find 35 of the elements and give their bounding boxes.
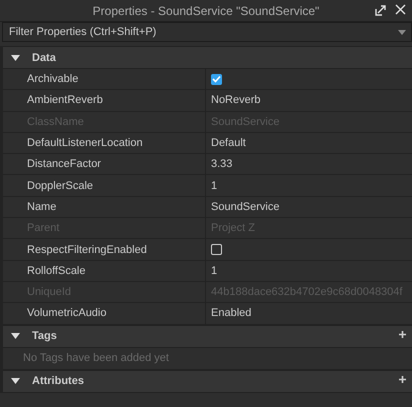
section-title: Data [32,52,56,64]
checkbox[interactable] [211,74,222,85]
empty-message: No Tags have been added yet [23,352,169,364]
property-value[interactable]: 1 [211,264,218,277]
expand-icon[interactable] [11,54,20,60]
property-value[interactable]: 3.33 [211,158,232,170]
window-title: Properties - SoundService "SoundService" [92,4,320,18]
section-header[interactable]: Tags [3,324,412,348]
property-name: Name [27,200,56,213]
expand-icon[interactable] [11,378,20,384]
property-name: DistanceFactor [27,158,101,170]
close-icon[interactable] [395,4,406,15]
undock-icon[interactable] [375,4,387,16]
property-name: VolumetricAudio [27,307,106,320]
property-value[interactable]: Default [211,137,246,150]
property-name: DopplerScale [27,180,94,192]
property-value[interactable]: 1 [211,180,218,192]
section-title: Attributes [32,375,84,388]
property-value[interactable]: Enabled [211,307,252,320]
caret-icon[interactable] [398,30,406,35]
section-header[interactable]: Attributes [3,370,412,393]
filter-field[interactable]: Filter Properties (Ctrl+Shift+P) [2,22,412,42]
expand-icon[interactable] [11,333,20,340]
section-title: Tags [32,330,57,342]
add-icon[interactable] [399,376,406,383]
property-name: AmbientReverb [27,94,103,106]
add-icon[interactable] [399,330,406,338]
property-name: DefaultListenerLocation [27,137,143,150]
property-value[interactable]: NoReverb [211,94,261,106]
property-name: RespectFilteringEnabled [27,244,147,256]
property-name: Archivable [27,73,78,86]
property-value[interactable]: SoundService [211,200,280,213]
checkbox[interactable] [211,244,222,256]
property-name: RolloffScale [27,264,86,277]
section-header[interactable]: Data [3,46,412,69]
